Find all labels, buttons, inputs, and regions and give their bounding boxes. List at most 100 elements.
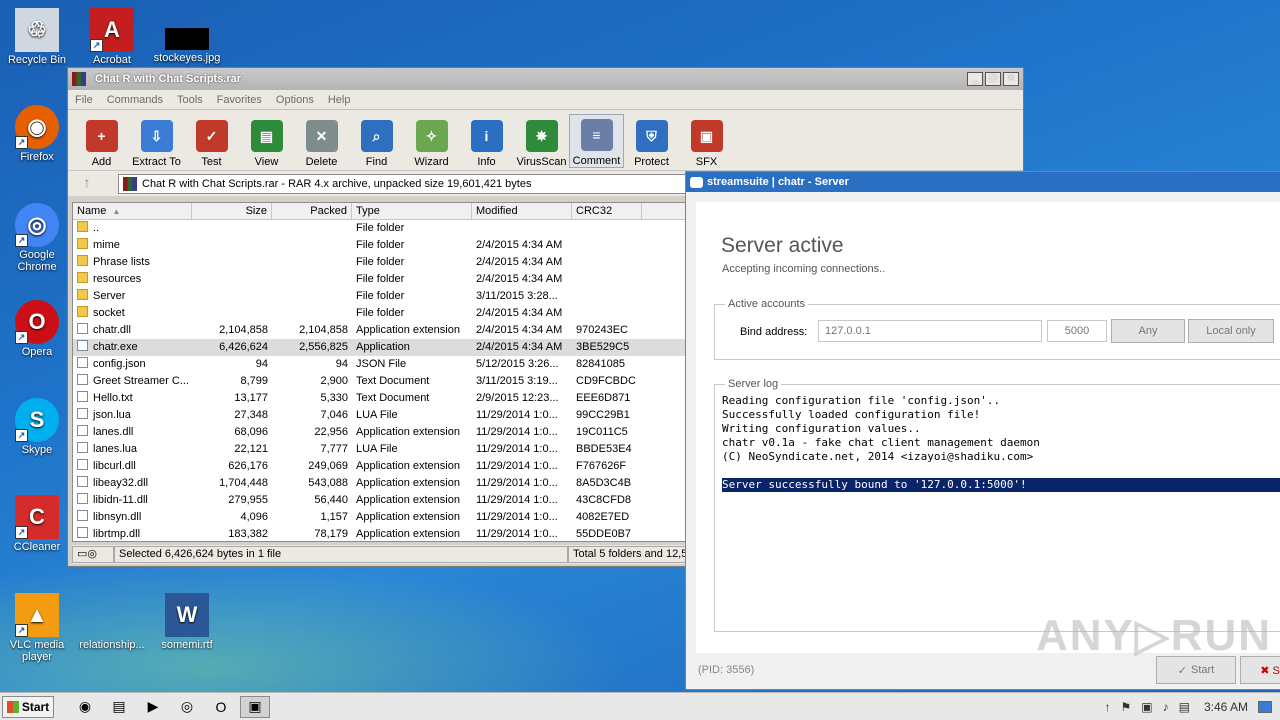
tool-sfx-button[interactable]: ▣ SFX (679, 114, 734, 168)
tool-wizard-button[interactable]: ✧ Wizard (404, 114, 459, 168)
desktop-icon-label: Firefox (20, 151, 54, 163)
taskbar-app-button[interactable]: O (206, 696, 236, 718)
desktop-icon-relationship-[interactable]: relationship... (75, 593, 149, 651)
close-button[interactable]: × (1003, 72, 1019, 86)
desktop-icon-firefox[interactable]: ◉ ↗ Firefox (0, 105, 74, 163)
server-log[interactable]: Reading configuration file 'config.json'… (722, 394, 1280, 492)
desktop-icon-label: stockeyes.jpg (153, 52, 221, 64)
taskbar-app-button[interactable]: ▣ (240, 695, 270, 718)
desktop-icon-ccleaner[interactable]: C ↗ CCleaner (0, 495, 74, 553)
column-size[interactable]: Size (192, 203, 272, 219)
menu-help[interactable]: Help (321, 94, 358, 106)
cell-modified: 2/4/2015 4:34 AM (476, 307, 563, 319)
clock[interactable]: 3:46 AM (1204, 700, 1248, 714)
cell-type: Application extension (356, 324, 460, 336)
drive-icon[interactable]: ▭◎ (72, 546, 114, 563)
taskbar-app-button[interactable]: ▶ (138, 696, 168, 718)
taskbar-app-button[interactable]: ◎ (172, 696, 202, 718)
cell-packed: 7,046 (320, 409, 348, 421)
desktop-icon-recycle-bin[interactable]: ♲ Recycle Bin (0, 8, 74, 66)
tool-delete-button[interactable]: ✕ Delete (294, 114, 349, 168)
tray-icon[interactable]: ▤ (1179, 700, 1190, 714)
menu-commands[interactable]: Commands (100, 94, 170, 106)
shortcut-arrow-icon: ↗ (15, 624, 28, 637)
cell-type: Application extension (356, 528, 460, 540)
column-crc32[interactable]: CRC32 (572, 203, 642, 219)
column-packed[interactable]: Packed (272, 203, 352, 219)
tool-view-button[interactable]: ▤ View (239, 114, 294, 168)
log-lines: Reading configuration file 'config.json'… (722, 394, 1280, 464)
tray-icon[interactable]: ♪ (1163, 700, 1169, 714)
cell-size (192, 288, 272, 305)
sfx-icon: ▣ (690, 120, 723, 152)
cell-packed (272, 220, 352, 237)
cell-crc: 99CC29B1 (576, 409, 630, 421)
tray-icon[interactable]: ⚑ (1121, 700, 1132, 714)
taskbar-app-button[interactable]: ◉ (70, 696, 100, 718)
active-accounts-legend: Active accounts (725, 298, 809, 310)
tray-icon[interactable]: ↑ (1105, 700, 1111, 714)
tool-test-button[interactable]: ✓ Test (184, 114, 239, 168)
file-icon (77, 323, 88, 334)
cell-name: Greet Streamer C... (73, 373, 192, 390)
wizard-icon: ✧ (415, 120, 448, 152)
desktop-icon-image: ◉ ↗ (15, 105, 59, 149)
menu-options[interactable]: Options (269, 94, 321, 106)
desktop-icon-google-chrome[interactable]: ◎ ↗ Google Chrome (0, 203, 74, 273)
tool-label: Extract To (132, 156, 181, 168)
tool-protect-button[interactable]: ⛨ Protect (624, 114, 679, 168)
tool-virusscan-button[interactable]: ✵ VirusScan (514, 114, 569, 168)
cell-crc: 55DDE0B7 (576, 528, 632, 540)
test-icon: ✓ (195, 120, 228, 152)
archive-path-text: Chat R with Chat Scripts.rar - RAR 4.x a… (142, 177, 532, 190)
tool-extract-to-button[interactable]: ⇩ Extract To (129, 114, 184, 168)
menu-favorites[interactable]: Favorites (210, 94, 269, 106)
maximize-button[interactable]: □ (985, 72, 1001, 86)
tray-icon[interactable]: ▣ (1141, 700, 1152, 714)
cell-name: resources (73, 271, 192, 288)
chatr-titlebar[interactable]: streamsuite | chatr - Server (686, 172, 1280, 192)
menu-file[interactable]: File (68, 94, 100, 106)
column-type[interactable]: Type (352, 203, 472, 219)
winrar-titlebar[interactable]: Chat R with Chat Scripts.rar _ □ × (68, 68, 1023, 90)
cell-modified: 11/29/2014 1:0... (476, 494, 558, 506)
minimize-button[interactable]: _ (967, 72, 983, 86)
any-button[interactable]: Any (1111, 319, 1185, 343)
column-modified[interactable]: Modified (472, 203, 572, 219)
desktop-icon-opera[interactable]: O ↗ Opera (0, 300, 74, 358)
tool-add-button[interactable]: + Add (74, 114, 129, 168)
cell-size: 6,426,624 (219, 341, 268, 353)
start-server-button[interactable]: ✓ Start (1156, 656, 1236, 684)
taskbar-app-button[interactable]: ▤ (104, 696, 134, 718)
tool-comment-button[interactable]: ≡ Comment (569, 114, 624, 168)
menu-tools[interactable]: Tools (170, 94, 210, 106)
tool-find-button[interactable]: ⌕ Find (349, 114, 404, 168)
desktop-icon-stockeyes-jpg[interactable]: stockeyes.jpg (150, 28, 224, 64)
local-only-button[interactable]: Local only (1188, 319, 1274, 343)
desktop-icon-acrobat[interactable]: A ↗ Acrobat (75, 8, 149, 66)
bind-address-input[interactable]: 127.0.0.1 (818, 320, 1042, 342)
stop-server-button[interactable]: ✖ S (1240, 656, 1280, 684)
find-icon: ⌕ (360, 120, 393, 152)
desktop-icon-image: ◎ ↗ (15, 203, 59, 247)
desktop-icon-image: W (165, 593, 209, 637)
cell-name: mime (73, 237, 192, 254)
desktop-icon-somemi-rtf[interactable]: Wsomemi.rtf (150, 593, 224, 651)
desktop-icon-vlc-media-player[interactable]: ▲ ↗ VLC media player (0, 593, 74, 663)
cell-modified: 3/11/2015 3:19... (476, 375, 558, 387)
cell-name: Server (73, 288, 192, 305)
cell-type: LUA File (356, 409, 398, 421)
cell-type: File folder (356, 290, 405, 302)
cell-size: 27,348 (234, 409, 268, 421)
desktop-icon-label: Skype (21, 444, 53, 456)
cell-crc: CD9FCBDC (576, 375, 636, 387)
up-folder-button[interactable]: ↑ (74, 174, 100, 194)
show-desktop-button[interactable] (1258, 701, 1272, 713)
tool-label: Find (365, 156, 388, 168)
desktop-icon-skype[interactable]: S ↗ Skype (0, 398, 74, 456)
cell-crc: 8A5D3C4B (576, 477, 632, 489)
port-input[interactable]: 5000 (1047, 320, 1107, 342)
start-button[interactable]: Start (2, 695, 54, 718)
tool-info-button[interactable]: i Info (459, 114, 514, 168)
column-name[interactable]: Name ▲ (73, 203, 192, 219)
